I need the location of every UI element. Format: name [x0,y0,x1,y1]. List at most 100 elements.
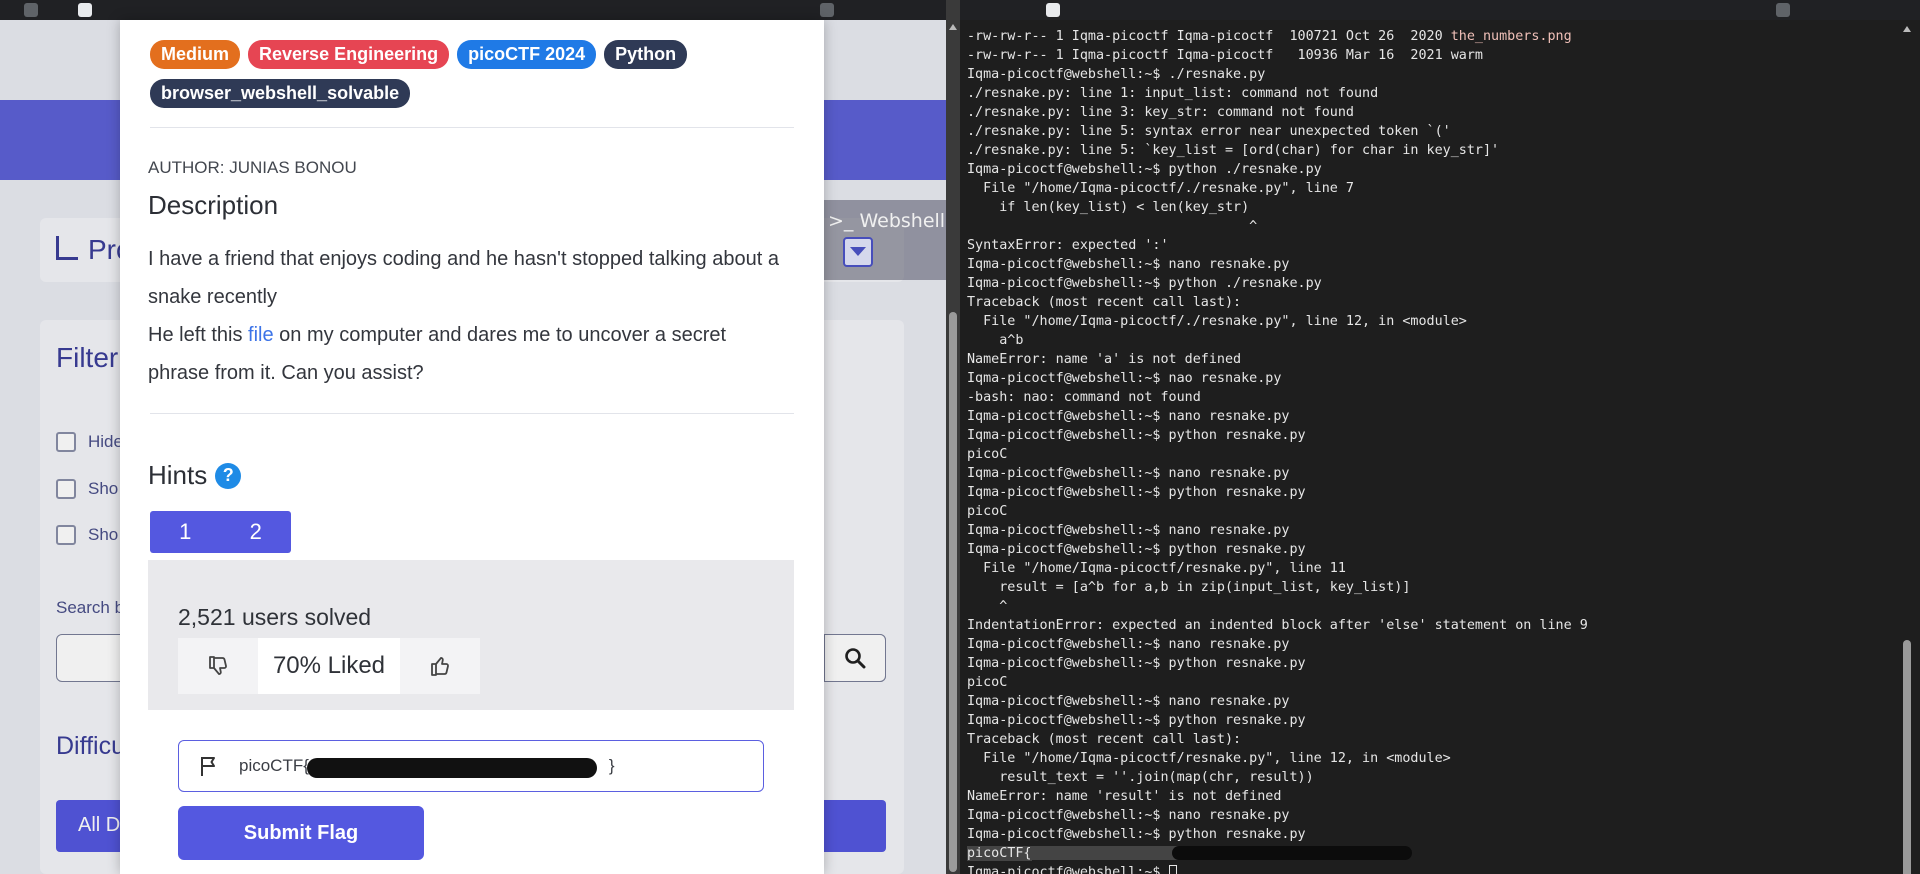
terminal-line: ^ [967,599,1008,614]
terminal-line: -rw-rw-r-- 1 Iqma-picoctf Iqma-picoctf 1… [967,27,1894,46]
tag-event: picoCTF 2024 [457,40,597,69]
terminal-line: Iqma-picoctf@webshell:~$ python resnake.… [967,485,1306,500]
redaction-scribble [307,758,597,778]
tag-list: Medium Reverse Engineering picoCTF 2024 … [150,40,810,108]
description-text-part: He left this [148,324,249,346]
terminal-line: Iqma-picoctf@webshell:~$ nano resnake.py [967,257,1290,272]
terminal-line: Iqma-picoctf@webshell:~$ nao resnake.py [967,371,1282,386]
description-text: I have a friend that enjoys coding and h… [148,240,788,392]
terminal-line: Iqma-picoctf@webshell:~$ nano resnake.py [967,694,1290,709]
terminal-line: Iqma-picoctf@webshell:~$ python ./resnak… [967,276,1322,291]
description-heading: Description [148,190,279,220]
terminal-line: ./resnake.py: line 3: key_str: command n… [967,105,1354,120]
hints-heading: Hints ? [148,460,242,491]
terminal-scrollbar[interactable] [1894,20,1920,874]
flag-input[interactable]: picoCTF{} [178,740,764,792]
terminal-line: ./resnake.py: line 5: syntax error near … [967,124,1451,139]
description-line-2: He left this file on my computer and dar… [148,316,788,392]
hint-tab-1[interactable]: 1 [150,511,221,553]
liked-percentage: 70% Liked [272,652,386,679]
hint-tabs: 1 2 [150,511,291,553]
terminal-line: Iqma-picoctf@webshell:~$ nano resnake.py [967,523,1290,538]
tab-action-icon[interactable] [1776,3,1790,17]
terminal-line: SyntaxError: expected ':' [967,238,1169,253]
terminal-filename: the_numbers.png [1450,29,1572,44]
terminal-line: Iqma-picoctf@webshell:~$ nano resnake.py [967,637,1290,652]
terminal-line: picoCTF{ [967,844,1894,863]
terminal-line: picoC [967,504,1008,519]
terminal-scrollbar-thumb[interactable] [1903,640,1911,874]
solved-count: 2,521 users solved [178,604,372,630]
webshell-terminal[interactable]: -rw-rw-r-- 1 Iqma-picoctf Iqma-picoctf 1… [960,20,1894,874]
scroll-up-arrow-icon[interactable] [1903,26,1911,32]
terminal-line: -rw-rw-r-- 1 Iqma-picoctf Iqma-picoctf 1… [967,48,1483,63]
tag-webshell: browser_webshell_solvable [150,79,411,108]
terminal-line: Iqma-picoctf@webshell:~$ python resnake.… [967,542,1306,557]
terminal-line: Iqma-picoctf@webshell:~$ ./resnake.py [967,67,1266,82]
flag-suffix: } [608,756,615,775]
terminal-line: a^b [967,333,1024,348]
submit-flag-button[interactable]: Submit Flag [178,806,424,860]
terminal-line: result = [a^b for a,b in zip(input_list,… [967,580,1411,595]
terminal-titlebar [960,0,1920,20]
browser-window: Pro Filter Hide Sho Sho Search b Difficu… [0,0,946,874]
flag-prefix: picoCTF{ [239,756,309,775]
browser-scrollbar-thumb[interactable] [949,312,957,872]
flag-value: picoCTF{} [239,756,615,778]
terminal-cursor [1168,864,1177,874]
terminal-line: File "/home/Iqma-picoctf/resnake.py", li… [967,561,1346,576]
terminal-line: ./resnake.py: line 5: `key_list = [ord(c… [967,143,1500,158]
terminal-flag-output: picoCTF{ [967,846,1032,861]
thumbs-up-icon [431,657,449,676]
thumbs-down-icon [209,656,227,675]
terminal-line: Traceback (most recent call last): [967,732,1242,747]
terminal-prompt: Iqma-picoctf@webshell:~$ [967,865,1169,874]
author-label: AUTHOR: JUNIAS BONOU [148,158,357,177]
terminal-line: Iqma-picoctf@webshell:~$ nano resnake.py [967,808,1290,823]
file-link[interactable]: file [248,324,274,346]
terminal-line: Iqma-picoctf@webshell:~$ python ./resnak… [967,162,1322,177]
tag-difficulty: Medium [150,40,241,69]
terminal-line: Iqma-picoctf@webshell:~$ python resnake.… [967,656,1306,671]
terminal-line: IndentationError: expected an indented b… [967,618,1588,633]
rating-group: 70% Liked [178,638,480,694]
window-menu-icon[interactable] [24,3,38,17]
terminal-line: -bash: nao: command not found [967,390,1201,405]
redaction-scribble [1171,846,1412,860]
window-splitter[interactable] [946,0,960,874]
terminal-text: -rw-rw-r-- 1 Iqma-picoctf Iqma-picoctf 1… [967,29,1451,44]
flag-icon [179,755,239,777]
tag-category: Reverse Engineering [248,40,450,69]
divider [150,127,794,128]
terminal-line: Traceback (most recent call last): [967,295,1242,310]
tab-favicon-icon[interactable] [1046,3,1060,17]
scroll-up-arrow-icon[interactable] [949,24,957,30]
stats-panel: 2,521 users solved 70% Liked [148,560,794,710]
divider [150,413,794,414]
help-icon[interactable]: ? [215,462,242,489]
tag-language: Python [604,40,688,69]
terminal-line: ./resnake.py: line 1: input_list: comman… [967,86,1379,101]
dislike-button[interactable] [178,638,258,694]
terminal-line: NameError: name 'a' is not defined [967,352,1242,367]
terminal-line: Iqma-picoctf@webshell:~$ python resnake.… [967,827,1306,842]
description-line-1: I have a friend that enjoys coding and h… [148,248,779,308]
hints-label: Hints [148,460,208,490]
terminal-line: result_text = ''.join(map(chr, result)) [967,770,1314,785]
tab-action-icon[interactable] [820,3,834,17]
terminal-line: Iqma-picoctf@webshell:~$ nano resnake.py [967,409,1290,424]
terminal-line: File "/home/Iqma-picoctf/./resnake.py", … [967,181,1354,196]
challenge-modal: Medium Reverse Engineering picoCTF 2024 … [120,20,824,874]
hint-tab-2[interactable]: 2 [221,511,292,553]
terminal-line: Iqma-picoctf@webshell:~$ nano resnake.py [967,466,1290,481]
terminal-line: Iqma-picoctf@webshell:~$ python resnake.… [967,713,1306,728]
terminal-line: picoC [967,675,1008,690]
terminal-line: File "/home/Iqma-picoctf/resnake.py", li… [967,751,1451,766]
terminal-line: File "/home/Iqma-picoctf/./resnake.py", … [967,314,1467,329]
like-button[interactable] [400,638,480,694]
terminal-line: NameError: name 'result' is not defined [967,789,1282,804]
browser-titlebar [0,0,946,20]
tab-favicon-icon[interactable] [78,3,92,17]
terminal-line: Iqma-picoctf@webshell:~$ [967,863,1894,874]
terminal-line: if len(key_list) < len(key_str) [967,200,1250,215]
